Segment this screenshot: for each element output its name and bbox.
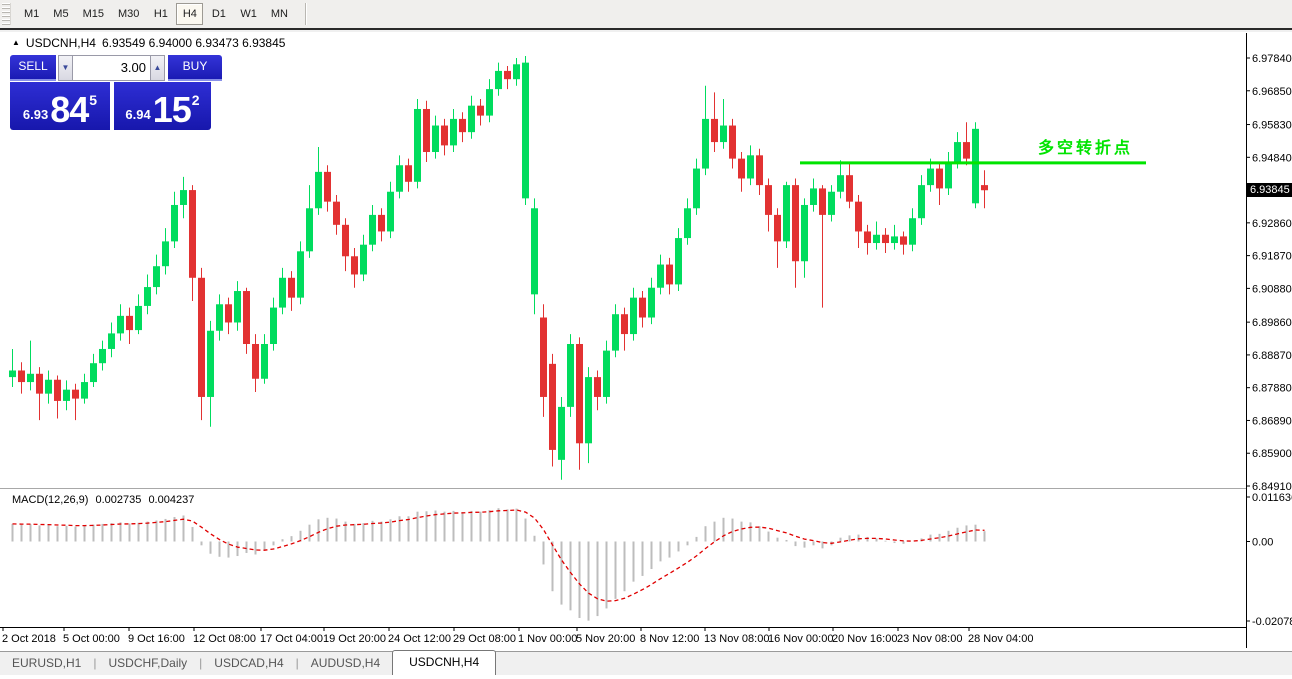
svg-text:1 Nov 00:00: 1 Nov 00:00 (518, 633, 577, 645)
svg-text:2 Oct 2018: 2 Oct 2018 (2, 633, 56, 645)
bid-quote-button[interactable]: 6.93 84 5 (10, 82, 110, 130)
macd-signal-value: 0.004237 (148, 494, 194, 506)
tab-usdcnh-h4-active[interactable]: USDCNH,H4 (392, 650, 496, 675)
timeframe-mn[interactable]: MN (265, 3, 294, 25)
bid-price-point: 5 (89, 92, 97, 108)
tab-usdcad-h4[interactable]: USDCAD,H4 (202, 652, 295, 675)
svg-text:6.88870: 6.88870 (1252, 350, 1292, 362)
buy-button[interactable]: BUY (168, 55, 222, 81)
timeframe-m15[interactable]: M15 (77, 3, 110, 25)
svg-text:6.92860: 6.92860 (1252, 218, 1292, 230)
svg-text:13 Nov 08:00: 13 Nov 08:00 (704, 633, 769, 645)
chart-tab-bar: EURUSD,H1 | USDCHF,Daily | USDCAD,H4 | A… (0, 651, 1292, 675)
svg-text:6.89860: 6.89860 (1252, 317, 1292, 329)
ask-quote-button[interactable]: 6.94 15 2 (114, 82, 211, 130)
sell-button[interactable]: SELL (10, 55, 56, 81)
bid-price-pips: 84 (50, 94, 88, 126)
macd-main-value: 0.002735 (95, 494, 141, 506)
svg-text:6.87880: 6.87880 (1252, 383, 1292, 395)
svg-text:8 Nov 12:00: 8 Nov 12:00 (640, 633, 699, 645)
volume-input[interactable]: 3.00 (73, 55, 150, 81)
svg-text:0.011636: 0.011636 (1252, 492, 1292, 504)
svg-text:0.00: 0.00 (1252, 536, 1273, 548)
svg-text:6.94840: 6.94840 (1252, 152, 1292, 164)
timeframe-h1[interactable]: H1 (147, 3, 174, 25)
svg-text:6.95830: 6.95830 (1252, 120, 1292, 132)
svg-text:6.85900: 6.85900 (1252, 448, 1292, 460)
timeframe-w1[interactable]: W1 (234, 3, 263, 25)
toolbar-grip-handle[interactable] (2, 3, 11, 25)
timeframe-d1[interactable]: D1 (205, 3, 232, 25)
tab-audusd-h4[interactable]: AUDUSD,H4 (299, 652, 392, 675)
svg-text:16 Nov 00:00: 16 Nov 00:00 (768, 633, 833, 645)
timeframe-toolbar: M1 M5 M15 M30 H1 H4 D1 W1 MN (0, 0, 1292, 30)
ask-price-prefix: 6.94 (125, 107, 150, 122)
svg-text:6.90880: 6.90880 (1252, 283, 1292, 295)
timeframe-m30[interactable]: M30 (112, 3, 145, 25)
tab-usdchf-daily[interactable]: USDCHF,Daily (96, 652, 199, 675)
bid-price-prefix: 6.93 (23, 107, 48, 122)
svg-text:6.97840: 6.97840 (1252, 53, 1292, 65)
svg-text:6.96850: 6.96850 (1252, 86, 1292, 98)
macd-indicator-label: MACD(12,26,9) 0.002735 0.004237 (12, 494, 198, 506)
svg-text:-0.020788: -0.020788 (1252, 616, 1292, 628)
ohlc-values: 6.93549 6.94000 6.93473 6.93845 (102, 36, 286, 50)
one-click-trading-panel: SELL ▼ 3.00 ▲ BUY 6.93 84 5 6.94 15 2 (10, 55, 229, 130)
timeframe-h4[interactable]: H4 (176, 3, 203, 25)
ask-price-pips: 15 (153, 94, 191, 126)
current-price-badge: 6.93845 (1247, 183, 1292, 197)
svg-text:29 Oct 08:00: 29 Oct 08:00 (453, 633, 516, 645)
collapse-icon[interactable]: ▲ (12, 39, 20, 47)
toolbar-separator (305, 3, 307, 25)
svg-text:28 Nov 04:00: 28 Nov 04:00 (968, 633, 1033, 645)
svg-text:5 Nov 20:00: 5 Nov 20:00 (576, 633, 635, 645)
mt4-window: M1 M5 M15 M30 H1 H4 D1 W1 MN 多空转折点 6.9784… (0, 0, 1292, 679)
macd-name: MACD(12,26,9) (12, 494, 88, 506)
svg-text:24 Oct 12:00: 24 Oct 12:00 (388, 633, 451, 645)
tab-eurusd-h1[interactable]: EURUSD,H1 (0, 652, 93, 675)
volume-increase-button[interactable]: ▲ (150, 55, 165, 81)
volume-decrease-button[interactable]: ▼ (58, 55, 73, 81)
timeframe-m1[interactable]: M1 (18, 3, 45, 25)
svg-text:19 Oct 20:00: 19 Oct 20:00 (323, 633, 386, 645)
svg-text:6.91870: 6.91870 (1252, 251, 1292, 263)
svg-text:20 Nov 16:00: 20 Nov 16:00 (832, 633, 897, 645)
svg-text:5 Oct 00:00: 5 Oct 00:00 (63, 633, 120, 645)
chart-title: ▲ USDCNH,H4 6.93549 6.94000 6.93473 6.93… (12, 36, 285, 50)
svg-text:6.86890: 6.86890 (1252, 415, 1292, 427)
svg-text:12 Oct 08:00: 12 Oct 08:00 (193, 633, 256, 645)
timeframe-m5[interactable]: M5 (47, 3, 74, 25)
ask-price-point: 2 (192, 92, 200, 108)
svg-text:9 Oct 16:00: 9 Oct 16:00 (128, 633, 185, 645)
symbol-period-label: USDCNH,H4 (26, 36, 96, 50)
svg-text:17 Oct 04:00: 17 Oct 04:00 (260, 633, 323, 645)
svg-text:23 Nov 08:00: 23 Nov 08:00 (897, 633, 962, 645)
svg-text:多空转折点: 多空转折点 (1038, 138, 1133, 157)
